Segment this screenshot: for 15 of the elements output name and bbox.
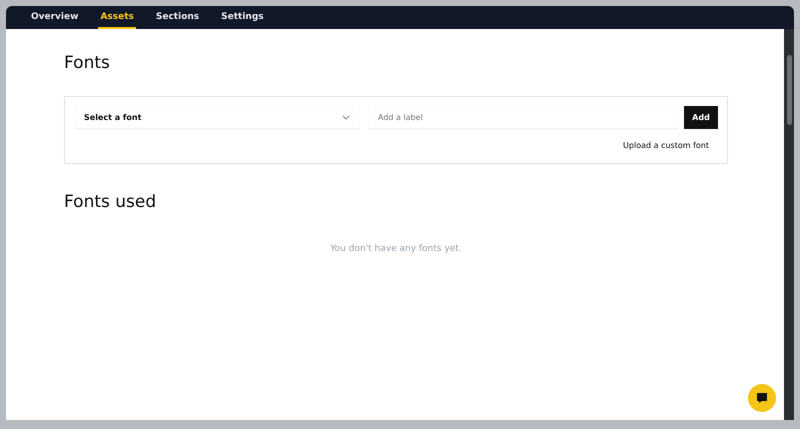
nav-tab[interactable]: Sections — [154, 6, 202, 29]
scrollbar[interactable] — [784, 29, 794, 420]
add-button[interactable]: Add — [684, 106, 718, 129]
chevron-down-icon — [342, 114, 350, 120]
nav-tab[interactable]: Assets — [98, 6, 136, 29]
chat-bubble-icon — [756, 392, 768, 404]
upload-link[interactable]: Upload a custom font — [623, 141, 709, 150]
section-heading: Fonts used — [64, 192, 158, 212]
label-input-field[interactable]: Add a label — [369, 106, 678, 129]
chat-button[interactable] — [748, 384, 776, 412]
nav-tab[interactable]: Overview — [29, 6, 80, 29]
font-select[interactable]: Select a font — [75, 106, 359, 129]
nav-tab[interactable]: Settings — [219, 6, 266, 29]
empty-message: You don't have any fonts yet. — [329, 244, 463, 254]
section-heading: Fonts — [64, 53, 111, 73]
